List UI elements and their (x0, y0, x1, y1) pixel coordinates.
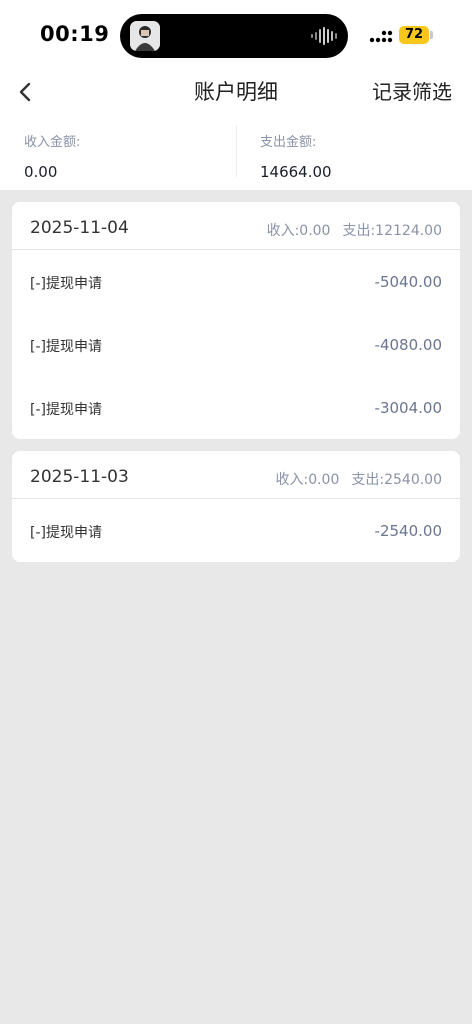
battery-icon: 72 (399, 26, 429, 44)
expense-summary: 支出金额: 14664.00 (260, 131, 332, 181)
income-label: 收入金额: (24, 135, 81, 150)
record-label: [-]提现申请 (30, 276, 102, 292)
day-card: 2025-11-03 收入:0.00 支出:2540.00 [-]提现申请 -25… (12, 451, 460, 562)
record-row[interactable]: [-]提现申请 -3004.00 (12, 376, 460, 439)
record-label: [-]提现申请 (30, 525, 102, 541)
status-time: 00:19 (40, 22, 110, 46)
day-income: 收入:0.00 (266, 223, 331, 239)
record-row[interactable]: [-]提现申请 -2540.00 (12, 499, 460, 562)
day-date: 2025-11-04 (30, 218, 129, 238)
record-label: [-]提现申请 (30, 339, 102, 355)
header-area: 00:19 72 账户明细 记录筛选 收入金额: 0.00 支出金额: 1466… (0, 0, 472, 190)
income-summary: 收入金额: 0.00 (24, 131, 80, 181)
day-income: 收入:0.00 (275, 472, 340, 488)
record-amount: -4080.00 (374, 336, 442, 354)
income-value: 0.00 (24, 163, 58, 181)
day-totals: 收入:0.00 支出:2540.00 (275, 469, 442, 489)
signal-icon (369, 30, 393, 43)
audio-wave-icon (311, 27, 337, 45)
record-list: 2025-11-04 收入:0.00 支出:12124.00 [-]提现申请 -5… (0, 190, 472, 562)
record-label: [-]提现申请 (30, 402, 102, 418)
battery-tip (430, 31, 433, 39)
record-amount: -2540.00 (374, 522, 442, 540)
expense-value: 14664.00 (260, 163, 332, 181)
filter-records-button[interactable]: 记录筛选 (372, 76, 452, 105)
expense-label: 支出金额: (260, 135, 317, 150)
record-row[interactable]: [-]提现申请 -5040.00 (12, 250, 460, 313)
day-date: 2025-11-03 (30, 467, 129, 487)
record-amount: -5040.00 (374, 273, 442, 291)
day-expense: 支出:2540.00 (351, 472, 442, 488)
record-amount: -3004.00 (374, 399, 442, 417)
avatar (130, 21, 160, 51)
navigation-bar: 账户明细 记录筛选 (0, 70, 472, 115)
day-card: 2025-11-04 收入:0.00 支出:12124.00 [-]提现申请 -5… (12, 202, 460, 439)
day-expense: 支出:12124.00 (342, 223, 442, 239)
summary-divider (236, 125, 237, 177)
dynamic-island[interactable] (120, 14, 348, 58)
record-row[interactable]: [-]提现申请 -4080.00 (12, 313, 460, 376)
day-totals: 收入:0.00 支出:12124.00 (267, 220, 442, 240)
summary-panel: 收入金额: 0.00 支出金额: 14664.00 (0, 115, 472, 190)
day-header: 2025-11-03 收入:0.00 支出:2540.00 (12, 451, 460, 499)
day-header: 2025-11-04 收入:0.00 支出:12124.00 (12, 202, 460, 250)
status-bar: 00:19 72 (0, 0, 472, 70)
